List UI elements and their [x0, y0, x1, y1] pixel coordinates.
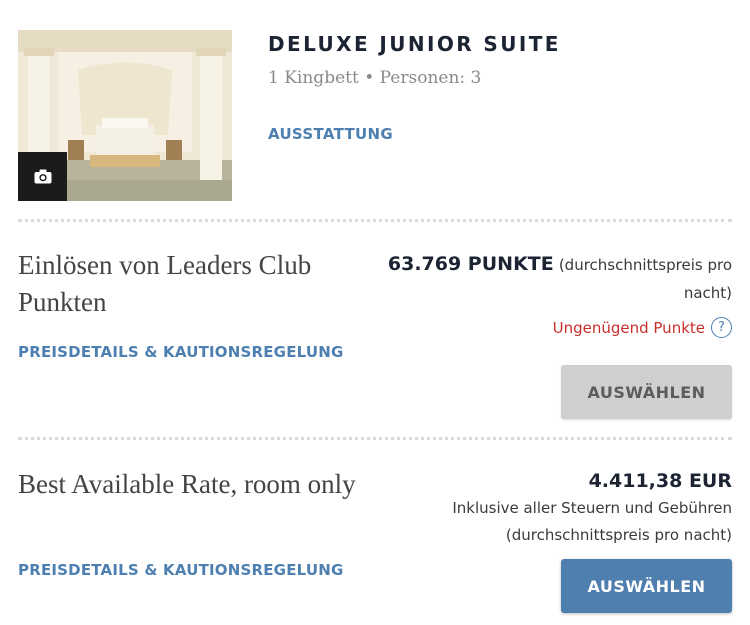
- warning-text: Ungenügend Punkte: [552, 318, 705, 337]
- rate-title-best-available: Best Available Rate, room only: [18, 469, 356, 499]
- points-price-block: 63.769 PUNKTE (durchschnittspreis pro na…: [372, 250, 732, 307]
- room-details: 1 Kingbett • Personen: 3: [268, 68, 482, 88]
- price-details-link-points[interactable]: PREISDETAILS & KAUTIONSREGELUNG: [18, 343, 344, 361]
- tax-note: Inklusive aller Steuern und Gebühren: [452, 499, 732, 517]
- select-button-points[interactable]: AUSWÄHLEN: [561, 365, 732, 419]
- divider: [18, 437, 732, 440]
- room-header: DELUXE JUNIOR SUITE 1 Kingbett • Persone…: [18, 30, 732, 202]
- eur-price-block: 4.411,38 EUR Inklusive aller Steuern und…: [372, 468, 732, 549]
- eur-note: (durchschnittspreis pro nacht): [505, 526, 732, 544]
- points-note: (durchschnittspreis pro nacht): [558, 256, 732, 302]
- camera-icon: [34, 169, 51, 184]
- select-button-best-available[interactable]: AUSWÄHLEN: [561, 559, 732, 613]
- eur-amount: 4.411,38 EUR: [588, 470, 732, 492]
- room-photo[interactable]: [18, 30, 232, 201]
- points-amount: 63.769 PUNKTE: [387, 253, 554, 275]
- divider: [18, 219, 732, 222]
- room-title: DELUXE JUNIOR SUITE: [268, 32, 561, 56]
- amenities-link[interactable]: AUSSTATTUNG: [268, 125, 393, 143]
- help-circle-icon[interactable]: ?: [711, 317, 732, 338]
- rate-title-points: Einlösen von Leaders Club Punkten: [18, 250, 312, 317]
- price-details-link-best-available[interactable]: PREISDETAILS & KAUTIONSREGELUNG: [18, 561, 344, 579]
- gallery-button[interactable]: [18, 152, 67, 201]
- insufficient-points-warning: Ungenügend Punkte ?: [553, 317, 732, 338]
